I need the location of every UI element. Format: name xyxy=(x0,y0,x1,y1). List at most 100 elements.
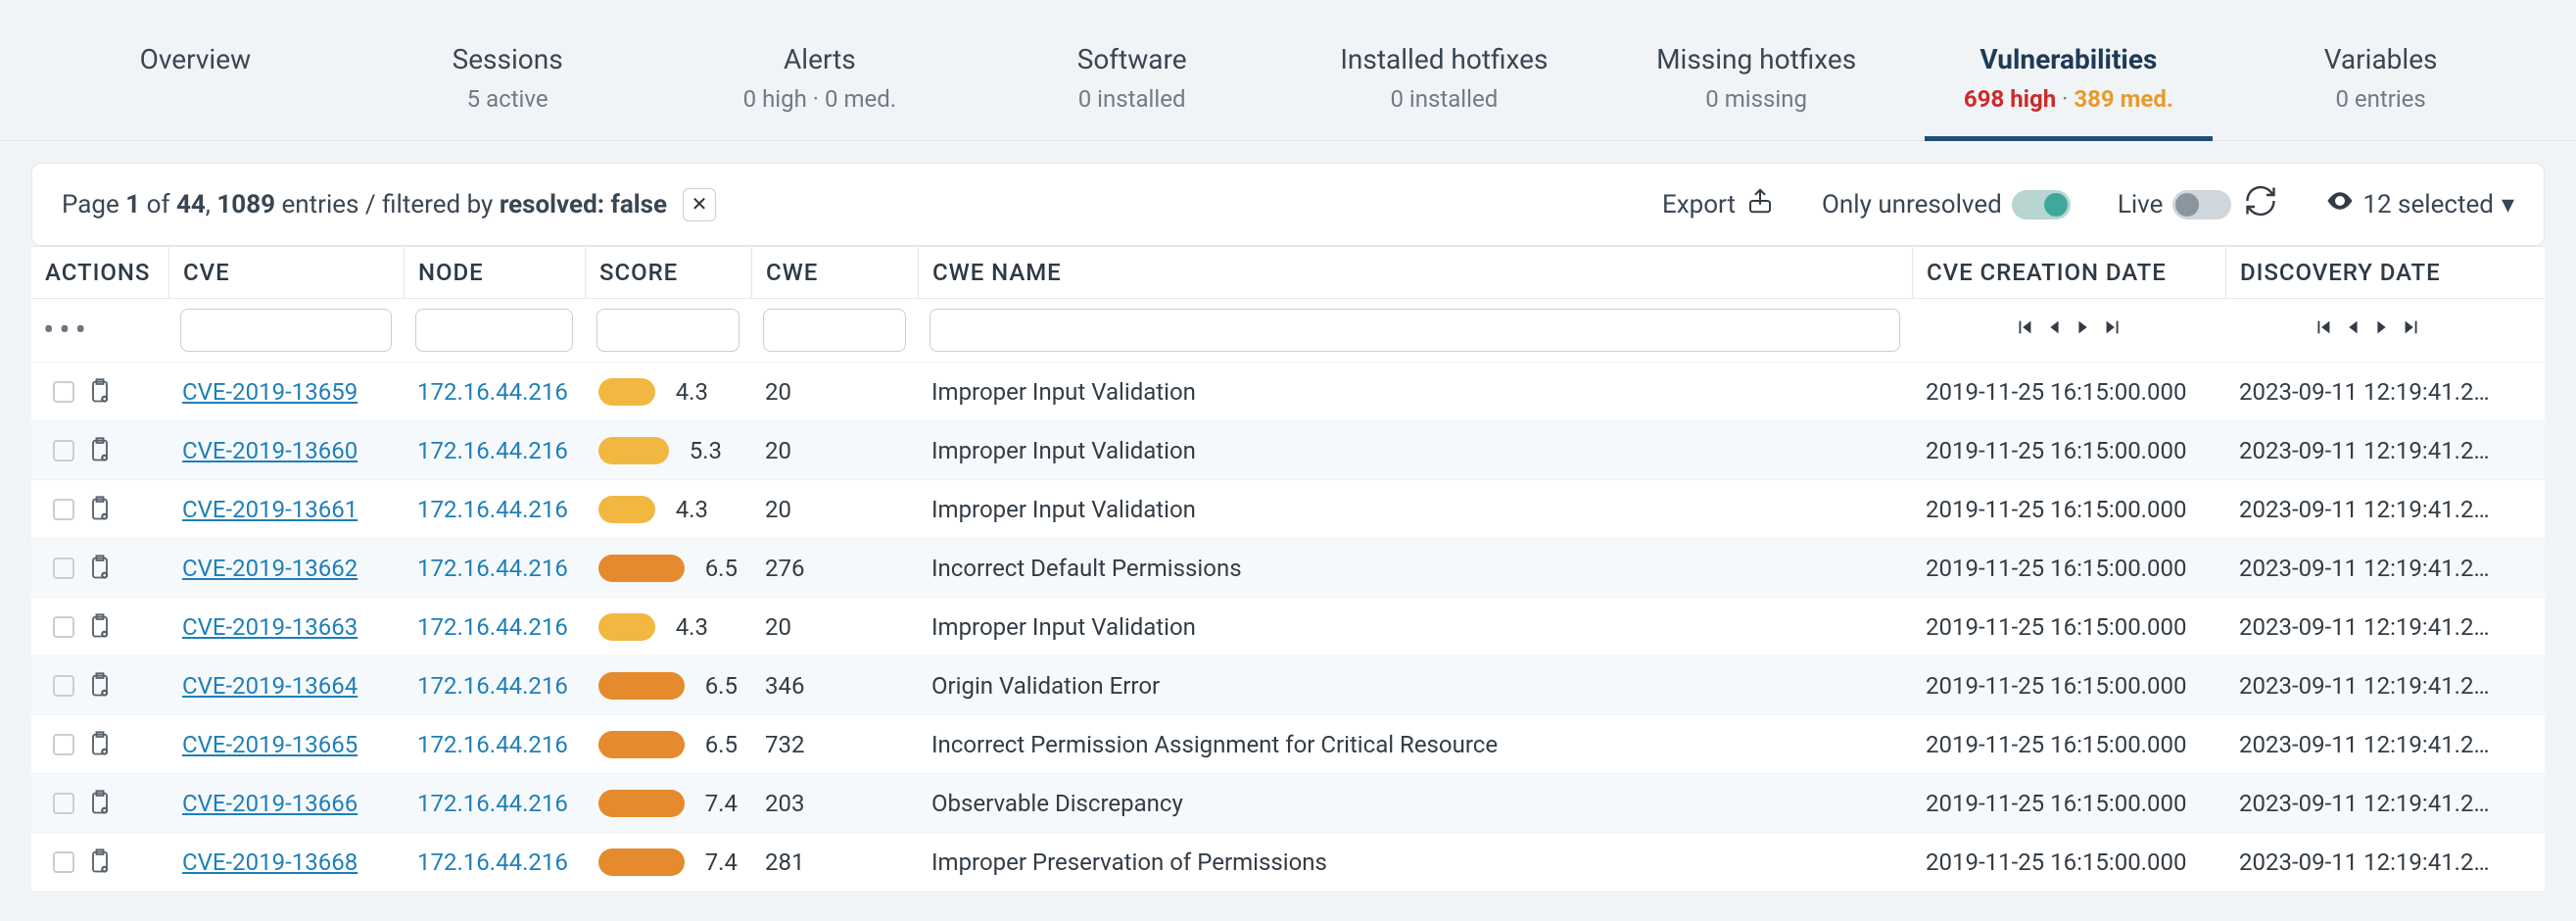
filter-cwe[interactable] xyxy=(763,309,906,352)
th-cve[interactable]: CVE xyxy=(168,247,404,298)
table-row: CVE-2019-13668172.16.44.2167.4281Imprope… xyxy=(31,832,2545,891)
row-checkbox[interactable] xyxy=(53,440,74,461)
row-checkbox[interactable] xyxy=(53,675,74,697)
cve-link[interactable]: CVE-2019-13659 xyxy=(182,378,358,406)
clipboard-icon[interactable] xyxy=(86,608,114,646)
cve-date-next-icon[interactable] xyxy=(2071,315,2096,346)
score-value: 6.5 xyxy=(698,731,738,758)
node-link[interactable]: 172.16.44.216 xyxy=(417,613,568,641)
clipboard-icon[interactable] xyxy=(86,550,114,587)
discovery-date: 2023-09-11 12:19:41.257 xyxy=(2225,731,2509,758)
cve-creation-date: 2019-11-25 16:15:00.000 xyxy=(1912,437,2225,464)
clipboard-icon[interactable] xyxy=(86,667,114,704)
table-row: CVE-2019-13664172.16.44.2166.5346Origin … xyxy=(31,655,2545,714)
vulnerabilities-table: ACTIONS CVE NODE SCORE CWE CWE NAME CVE … xyxy=(31,246,2545,891)
cve-creation-date: 2019-11-25 16:15:00.000 xyxy=(1912,378,2225,406)
node-link[interactable]: 172.16.44.216 xyxy=(417,437,568,464)
clipboard-icon[interactable] xyxy=(86,373,114,411)
only-unresolved-toggle[interactable] xyxy=(2012,190,2071,219)
cve-date-nav xyxy=(1912,315,2225,346)
cve-link[interactable]: CVE-2019-13663 xyxy=(182,613,358,641)
tab-label: Vulnerabilities xyxy=(1921,43,2218,75)
th-cwe-name[interactable]: CWE NAME xyxy=(918,247,1912,298)
clipboard-icon[interactable] xyxy=(86,844,114,881)
tab-missing[interactable]: Missing hotfixes0 missing xyxy=(1600,29,1913,140)
row-checkbox[interactable] xyxy=(53,616,74,638)
node-link[interactable]: 172.16.44.216 xyxy=(417,848,568,876)
tab-variables[interactable]: Variables 0 entries xyxy=(2224,29,2537,140)
node-link[interactable]: 172.16.44.216 xyxy=(417,496,568,523)
row-checkbox[interactable] xyxy=(53,793,74,814)
cve-link[interactable]: CVE-2019-13660 xyxy=(182,437,358,464)
cve-link[interactable]: CVE-2019-13664 xyxy=(182,672,358,700)
toolbar-panel: Page 1 of 44, 1089 entries / filtered by… xyxy=(31,163,2545,246)
th-actions: ACTIONS xyxy=(31,247,168,298)
row-checkbox[interactable] xyxy=(53,557,74,579)
clear-filter-button[interactable]: ✕ xyxy=(683,188,716,221)
table-row: CVE-2019-13663172.16.44.2164.320Improper… xyxy=(31,597,2545,655)
cve-creation-date: 2019-11-25 16:15:00.000 xyxy=(1912,555,2225,582)
row-checkbox[interactable] xyxy=(53,851,74,873)
discovery-date: 2023-09-11 12:19:41.256 xyxy=(2225,672,2509,700)
row-checkbox[interactable] xyxy=(53,734,74,755)
refresh-icon[interactable] xyxy=(2243,183,2278,225)
cwe-name: Improper Input Validation xyxy=(918,613,1912,641)
tab-overview[interactable]: Overview xyxy=(39,29,352,140)
row-checkbox[interactable] xyxy=(53,381,74,403)
cve-date-prev-icon[interactable] xyxy=(2041,315,2067,346)
filter-score[interactable] xyxy=(596,309,739,352)
actions-menu-button[interactable]: ••• xyxy=(31,311,168,350)
clipboard-icon[interactable] xyxy=(86,491,114,528)
th-score[interactable]: SCORE xyxy=(585,247,751,298)
discovery-last-icon[interactable] xyxy=(2399,315,2424,346)
node-link[interactable]: 172.16.44.216 xyxy=(417,555,568,582)
filter-cwe-name[interactable] xyxy=(930,309,1900,352)
cwe-id: 276 xyxy=(751,555,918,582)
cwe-name: Observable Discrepancy xyxy=(918,790,1912,817)
filter-cve[interactable] xyxy=(180,309,392,352)
cve-date-first-icon[interactable] xyxy=(2012,315,2037,346)
discovery-date-nav xyxy=(2225,315,2509,346)
discovery-date: 2023-09-11 12:19:41.252 xyxy=(2225,437,2509,464)
th-node[interactable]: NODE xyxy=(404,247,585,298)
cve-creation-date: 2019-11-25 16:15:00.000 xyxy=(1912,790,2225,817)
tab-sublabel: 698 high · 389 med. xyxy=(1921,85,2218,113)
columns-picker[interactable]: 12 selected ▾ xyxy=(2325,186,2514,222)
tab-sublabel: 0 entries xyxy=(2232,85,2529,113)
tab-label: Variables xyxy=(2232,43,2529,75)
cve-creation-date: 2019-11-25 16:15:00.000 xyxy=(1912,848,2225,876)
cve-link[interactable]: CVE-2019-13668 xyxy=(182,848,358,876)
tab-vuln[interactable]: Vulnerabilities 698 high · 389 med. xyxy=(1913,29,2225,140)
th-cwe[interactable]: CWE xyxy=(751,247,918,298)
tab-label: Alerts xyxy=(672,43,969,75)
th-cve-date[interactable]: CVE CREATION DATE xyxy=(1912,247,2225,298)
tab-sessions[interactable]: Sessions5 active xyxy=(352,29,664,140)
discovery-date: 2023-09-11 12:19:41.255 xyxy=(2225,613,2509,641)
tab-installed[interactable]: Installed hotfixes0 installed xyxy=(1288,29,1600,140)
discovery-first-icon[interactable] xyxy=(2311,315,2336,346)
cve-link[interactable]: CVE-2019-13665 xyxy=(182,731,358,758)
cve-link[interactable]: CVE-2019-13662 xyxy=(182,555,358,582)
discovery-next-icon[interactable] xyxy=(2369,315,2395,346)
node-link[interactable]: 172.16.44.216 xyxy=(417,672,568,700)
tab-software[interactable]: Software0 installed xyxy=(976,29,1288,140)
node-link[interactable]: 172.16.44.216 xyxy=(417,731,568,758)
export-button[interactable]: Export xyxy=(1662,186,1775,222)
cve-date-last-icon[interactable] xyxy=(2100,315,2125,346)
node-link[interactable]: 172.16.44.216 xyxy=(417,790,568,817)
clipboard-icon[interactable] xyxy=(86,785,114,822)
tab-label: Overview xyxy=(47,43,344,75)
cve-link[interactable]: CVE-2019-13666 xyxy=(182,790,358,817)
clipboard-icon[interactable] xyxy=(86,726,114,763)
live-toggle[interactable] xyxy=(2172,190,2231,219)
node-link[interactable]: 172.16.44.216 xyxy=(417,378,568,406)
score-value: 5.3 xyxy=(683,437,722,464)
clipboard-icon[interactable] xyxy=(86,432,114,469)
tab-alerts[interactable]: Alerts0 high · 0 med. xyxy=(664,29,977,140)
filter-node[interactable] xyxy=(415,309,573,352)
cve-link[interactable]: CVE-2019-13661 xyxy=(182,496,358,523)
discovery-prev-icon[interactable] xyxy=(2340,315,2365,346)
row-checkbox[interactable] xyxy=(53,499,74,520)
tab-bar: OverviewSessions5 activeAlerts0 high · 0… xyxy=(0,0,2576,141)
th-discovery[interactable]: DISCOVERY DATE xyxy=(2225,247,2509,298)
